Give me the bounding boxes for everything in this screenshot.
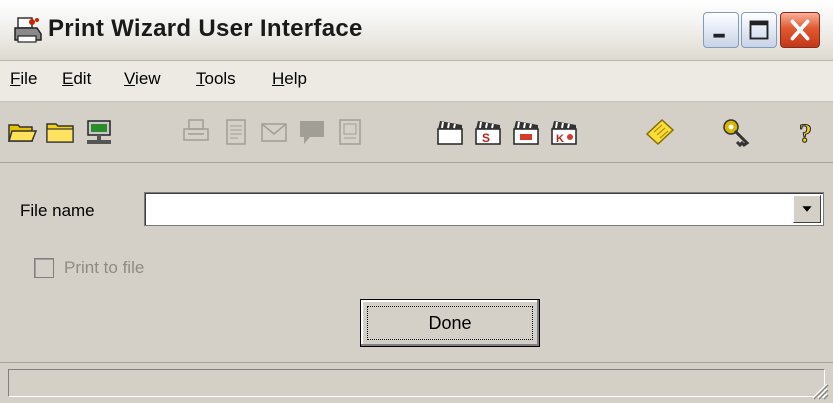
printer-app-icon — [12, 14, 44, 46]
status-pane — [8, 369, 825, 397]
file-name-label: File name — [20, 201, 95, 220]
done-button[interactable]: Done — [360, 299, 540, 347]
clapper-icon-1[interactable] — [434, 116, 466, 148]
mail-icon — [258, 116, 290, 148]
done-button-label: Done — [428, 312, 472, 333]
minimize-icon — [713, 33, 725, 38]
print-icon — [180, 116, 212, 148]
close-button[interactable] — [780, 12, 820, 48]
close-icon — [790, 19, 810, 41]
help-icon[interactable]: ? — [790, 116, 822, 149]
minimize-button[interactable] — [703, 12, 739, 48]
toolbar: S K ? — [0, 102, 833, 163]
file-name-input[interactable] — [149, 197, 783, 223]
menu-file[interactable]: File — [10, 69, 37, 89]
menu-edit[interactable]: Edit — [62, 69, 91, 89]
resize-grip-icon[interactable] — [807, 378, 829, 400]
menu-view[interactable]: View — [124, 69, 161, 89]
menu-help[interactable]: Help — [272, 69, 307, 89]
open-folder-icon[interactable] — [6, 116, 38, 148]
clapper-icon-2[interactable]: S — [472, 116, 504, 148]
ticket-icon[interactable] — [644, 116, 676, 148]
file-name-combobox[interactable] — [144, 192, 824, 226]
comment-icon — [296, 116, 328, 148]
folder-icon[interactable] — [44, 116, 76, 148]
chevron-down-icon — [802, 206, 812, 212]
print-wizard-window: Print Wizard User Interface File Edit Vi… — [0, 0, 833, 403]
svg-text:?: ? — [799, 119, 812, 148]
svg-text:S: S — [482, 131, 490, 145]
print-to-file-checkbox[interactable] — [34, 258, 54, 278]
print-to-file-label: Print to file — [64, 258, 145, 277]
menu-bar: File Edit View Tools Help — [0, 61, 833, 102]
key-icon[interactable] — [720, 116, 752, 148]
report-icon — [334, 116, 366, 148]
network-drive-icon[interactable] — [83, 116, 115, 148]
clapper-icon-4[interactable]: K — [548, 116, 580, 148]
clapper-icon-3[interactable] — [510, 116, 542, 148]
window-title: Print Wizard User Interface — [48, 15, 363, 42]
status-bar — [0, 362, 833, 403]
menu-tools[interactable]: Tools — [196, 69, 236, 89]
document-icon — [220, 116, 252, 148]
file-name-dropdown-button[interactable] — [793, 195, 821, 223]
maximize-button[interactable] — [741, 12, 777, 48]
svg-text:K: K — [556, 133, 564, 145]
title-bar[interactable]: Print Wizard User Interface — [0, 0, 833, 61]
